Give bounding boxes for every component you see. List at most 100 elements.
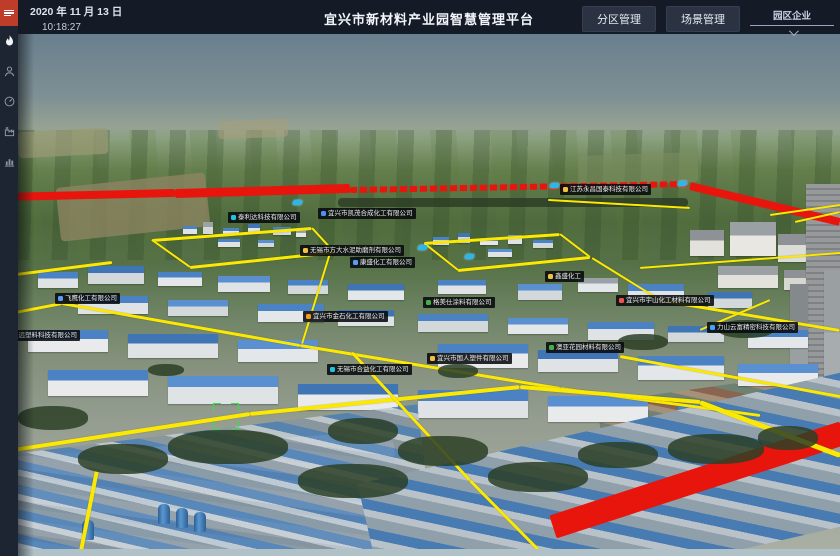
building [518,284,562,300]
building [690,230,724,256]
building [38,272,78,288]
building [578,278,618,292]
company-label-text: 泓远塑料科技有限公司 [18,330,77,341]
company-label-text: 力山云富精密科技有限公司 [717,322,795,333]
company-label-text: 康盛化工有限公司 [360,257,412,268]
company-label-text: 江苏永昌国泰科技有限公司 [570,184,648,195]
building [718,266,778,288]
map-company-label[interactable]: 鑫盛化工 [545,271,584,282]
company-marker-icon [619,298,624,303]
company-label-text: 鑫盛化工 [555,271,581,282]
building [438,280,486,294]
vegetation [488,462,588,492]
company-marker-icon [549,345,554,350]
map-company-label[interactable]: 泰利达科技有限公司 [228,212,300,223]
vegetation [758,426,818,450]
map-company-label[interactable]: 康盛化工有限公司 [350,257,415,268]
company-marker-icon [426,300,431,305]
map-company-label[interactable]: 宜兴市金石化工有限公司 [303,311,388,322]
terrain-patch [218,119,289,139]
company-label-text: 宜兴市凯茂合成化工有限公司 [328,208,413,219]
scene-management-button[interactable]: 场景管理 [666,6,740,32]
map-company-label[interactable]: 飞鹰化工有限公司 [55,293,120,304]
vegetation [398,436,488,466]
company-marker-icon [321,211,326,216]
company-marker-icon [306,314,311,319]
storage-tank [158,504,170,524]
building [183,226,197,234]
company-marker-icon [563,187,568,192]
vegetation [668,434,764,464]
map-company-label[interactable]: 无锡市方大水泥助磨剂有限公司 [300,245,404,256]
top-header-bar: 2020 年 11 月 13 日 10:18:27 宜兴市新材料产业园智慧管理平… [18,0,840,34]
map-company-label[interactable]: 宜兴市国人塑件有限公司 [427,353,512,364]
map-company-label[interactable]: 力山云富精密科技有限公司 [707,322,798,333]
divider [750,25,834,26]
vegetation [168,430,288,464]
building [708,292,752,308]
map-company-label[interactable]: 宜兴市凯茂合成化工有限公司 [318,208,416,219]
map-company-label[interactable]: 宜兴市宇山化工材料有限公司 [616,295,714,306]
building [533,240,553,248]
building [88,266,144,284]
company-label-text: 无锡市合益化工有限公司 [337,364,409,375]
building [168,376,278,404]
park-enterprises-dropdown[interactable]: 园区企业 [750,6,834,36]
company-label-text: 宜兴市金石化工有限公司 [313,311,385,322]
building [158,272,202,286]
map-company-label[interactable]: 格美仕涂料有限公司 [423,297,495,308]
company-marker-icon [330,367,335,372]
building [488,249,512,257]
company-label-text: 宜兴市宇山化工材料有限公司 [626,295,711,306]
company-marker-icon [231,215,236,220]
company-label-text: 格美仕涂料有限公司 [433,297,492,308]
company-label-text: 泰利达科技有限公司 [238,212,297,223]
map-company-label[interactable]: 澳亚花园材料有限公司 [546,342,624,353]
terrain-patch [18,128,109,159]
company-label-text: 无锡市方大水泥助磨剂有限公司 [310,245,401,256]
map-company-label[interactable]: 无锡市合益化工有限公司 [327,364,412,375]
map-company-label[interactable]: 江苏永昌国泰科技有限公司 [560,184,651,195]
building [218,276,270,292]
company-marker-icon [353,260,358,265]
menu-icon[interactable] [0,0,18,26]
building [730,222,776,256]
building [218,239,240,247]
vegetation [618,334,668,350]
map-3d-viewport[interactable]: 泰利达科技有限公司 宜兴市凯茂合成化工有限公司无锡市方大水泥助磨剂有限公司康盛化工… [18,34,840,556]
meter-icon[interactable] [0,86,18,116]
building [348,284,404,300]
building [48,370,148,396]
user-icon[interactable] [0,56,18,86]
dropdown-label: 园区企业 [750,6,834,25]
vegetation [148,364,184,376]
factory-icon[interactable] [0,116,18,146]
company-marker-icon [430,356,435,361]
fire-icon[interactable] [0,26,18,56]
building [538,350,618,372]
vegetation [78,444,168,474]
company-label-text: 飞鹰化工有限公司 [65,293,117,304]
chevron-down-icon [788,26,798,36]
building [418,314,488,332]
zone-management-button[interactable]: 分区管理 [582,6,656,32]
company-marker-icon [303,248,308,253]
yellow-road-segment [301,253,331,345]
company-label-text: 宜兴市国人塑件有限公司 [437,353,509,364]
company-label-text: 澳亚花园材料有限公司 [556,342,621,353]
storage-tank [194,512,206,532]
company-marker-icon [548,274,553,279]
company-marker-icon [58,296,63,301]
building [168,300,228,316]
building [508,318,568,334]
selection-bracket [213,403,239,429]
vegetation [298,464,408,498]
vegetation [438,364,478,378]
map-company-label[interactable]: 泓远塑料科技有限公司 [18,330,80,341]
vegetation [18,406,88,430]
building [258,240,274,247]
bar-chart-icon[interactable] [0,146,18,176]
bottom-road-strip [18,549,840,556]
vegetation [578,442,658,468]
storage-tank [176,508,188,528]
